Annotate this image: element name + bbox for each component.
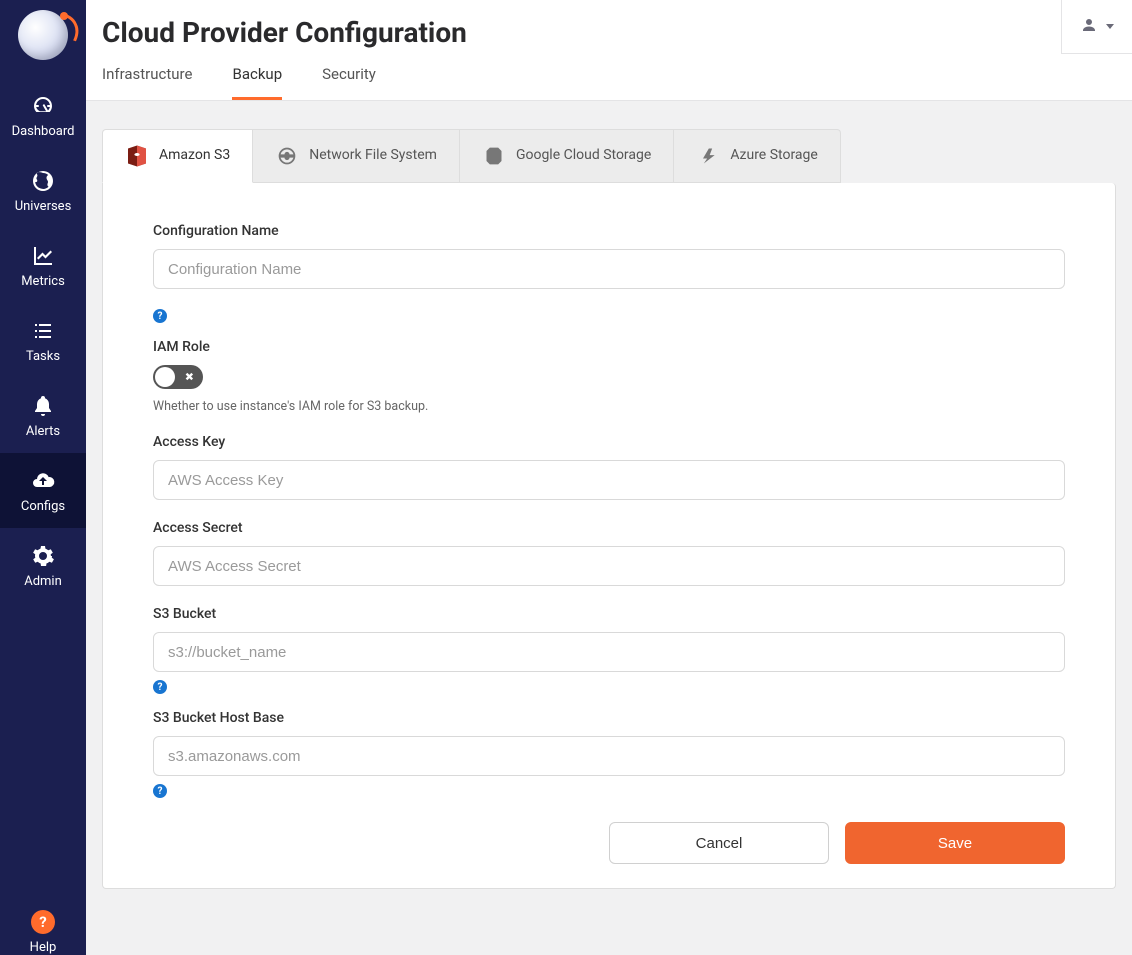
- tab-infrastructure[interactable]: Infrastructure: [102, 65, 192, 100]
- access-key-label: Access Key: [153, 434, 1065, 450]
- iam-role-toggle[interactable]: ✖: [153, 365, 203, 389]
- sidebar-item-tasks[interactable]: Tasks: [0, 303, 86, 378]
- s3-bucket-label: S3 Bucket: [153, 606, 1065, 622]
- main-tabs: Infrastructure Backup Security: [102, 65, 1116, 100]
- provider-tabs: Amazon S3 Network File System Google Clo…: [102, 129, 1116, 183]
- info-icon[interactable]: ?: [153, 309, 167, 323]
- user-menu[interactable]: [1061, 0, 1132, 54]
- config-name-label: Configuration Name: [153, 223, 1065, 239]
- chevron-down-icon: [1106, 24, 1114, 29]
- field-access-key: Access Key: [153, 434, 1065, 500]
- form-actions: Cancel Save: [153, 822, 1065, 864]
- sidebar-item-dashboard[interactable]: Dashboard: [0, 78, 86, 153]
- sidebar-item-metrics[interactable]: Metrics: [0, 228, 86, 303]
- google-cloud-icon: [482, 144, 506, 168]
- sidebar-item-label: Admin: [24, 574, 62, 589]
- sidebar-item-universes[interactable]: Universes: [0, 153, 86, 228]
- gear-icon: [31, 544, 55, 568]
- sidebar-item-label: Tasks: [26, 349, 60, 364]
- provider-tab-label: Azure Storage: [730, 147, 818, 165]
- tab-security[interactable]: Security: [322, 65, 376, 100]
- network-icon: [275, 144, 299, 168]
- sidebar-item-label: Metrics: [21, 274, 65, 289]
- provider-tab-azure[interactable]: Azure Storage: [674, 129, 841, 183]
- topbar: Cloud Provider Configuration Infrastruct…: [86, 0, 1132, 101]
- provider-tab-nfs[interactable]: Network File System: [253, 129, 460, 183]
- field-s3-host: S3 Bucket Host Base: [153, 710, 1065, 776]
- sidebar-item-label: Help: [30, 940, 57, 955]
- cancel-button[interactable]: Cancel: [609, 822, 829, 864]
- sidebar-item-alerts[interactable]: Alerts: [0, 378, 86, 453]
- config-name-input[interactable]: [153, 249, 1065, 289]
- sidebar-item-label: Universes: [15, 199, 72, 214]
- sidebar-item-label: Alerts: [26, 424, 60, 439]
- bell-icon: [31, 394, 55, 418]
- list-icon: [31, 319, 55, 343]
- sidebar-item-label: Dashboard: [12, 124, 75, 139]
- cloud-upload-icon: [31, 469, 55, 493]
- globe-icon: [31, 169, 55, 193]
- provider-tab-amazon-s3[interactable]: Amazon S3: [102, 129, 253, 183]
- dashboard-icon: [31, 94, 55, 118]
- toggle-knob: [155, 367, 175, 387]
- s3-host-input[interactable]: [153, 736, 1065, 776]
- tab-backup[interactable]: Backup: [232, 65, 282, 100]
- config-panel: Configuration Name ? IAM Role ✖ Whether …: [102, 183, 1116, 889]
- chart-line-icon: [31, 244, 55, 268]
- s3-bucket-input[interactable]: [153, 632, 1065, 672]
- save-button[interactable]: Save: [845, 822, 1065, 864]
- help-icon: ?: [31, 910, 55, 934]
- amazon-s3-icon: [125, 144, 149, 168]
- provider-tab-label: Amazon S3: [159, 147, 230, 165]
- azure-icon: [696, 144, 720, 168]
- sidebar-item-help[interactable]: ? Help: [0, 896, 86, 955]
- iam-role-help-text: Whether to use instance's IAM role for S…: [153, 399, 1065, 414]
- field-iam-role: IAM Role ✖ Whether to use instance's IAM…: [153, 339, 1065, 414]
- user-icon: [1080, 16, 1098, 38]
- provider-tab-gcs[interactable]: Google Cloud Storage: [460, 129, 674, 183]
- sidebar: Dashboard Universes Metrics Tasks Alerts…: [0, 0, 86, 955]
- main: Cloud Provider Configuration Infrastruct…: [86, 0, 1132, 955]
- info-icon[interactable]: ?: [153, 680, 167, 694]
- sidebar-item-configs[interactable]: Configs: [0, 453, 86, 528]
- field-s3-bucket: S3 Bucket: [153, 606, 1065, 672]
- field-config-name: Configuration Name: [153, 223, 1065, 289]
- field-access-secret: Access Secret: [153, 520, 1065, 586]
- provider-tab-label: Network File System: [309, 147, 437, 165]
- app-logo: [18, 10, 68, 60]
- access-secret-input[interactable]: [153, 546, 1065, 586]
- info-icon[interactable]: ?: [153, 784, 167, 798]
- sidebar-item-label: Configs: [21, 499, 65, 514]
- access-key-input[interactable]: [153, 460, 1065, 500]
- access-secret-label: Access Secret: [153, 520, 1065, 536]
- s3-host-label: S3 Bucket Host Base: [153, 710, 1065, 726]
- page-title: Cloud Provider Configuration: [102, 16, 1116, 49]
- provider-tab-label: Google Cloud Storage: [516, 147, 651, 165]
- sidebar-item-admin[interactable]: Admin: [0, 528, 86, 603]
- content: Amazon S3 Network File System Google Clo…: [86, 101, 1132, 909]
- iam-role-label: IAM Role: [153, 339, 1065, 355]
- toggle-off-icon: ✖: [185, 372, 194, 383]
